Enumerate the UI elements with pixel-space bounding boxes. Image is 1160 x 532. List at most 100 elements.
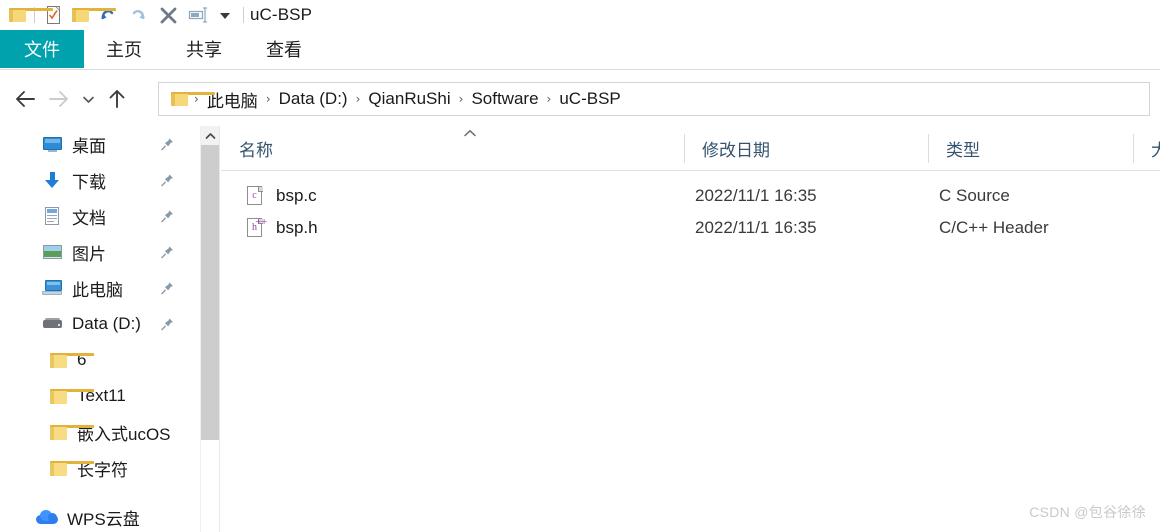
undo-icon[interactable] <box>93 0 123 30</box>
download-icon <box>42 171 63 189</box>
title-bar: uC-BSP <box>0 0 1160 30</box>
table-row[interactable]: c bsp.c 2022/11/1 16:35 C Source <box>221 180 1160 212</box>
sidebar-scrollbar[interactable] <box>200 126 219 532</box>
column-header-date-modified[interactable]: 修改日期 <box>684 126 928 171</box>
sidebar-item-wps-cloud[interactable]: WPS云盘 <box>0 499 196 532</box>
toolbar-divider-2 <box>243 7 244 23</box>
tab-home[interactable]: 主页 <box>84 30 164 68</box>
sidebar-item-label: 下载 <box>72 172 106 192</box>
forward-button[interactable] <box>42 78 76 120</box>
file-icon-letter: c <box>252 190 257 201</box>
redo-icon[interactable] <box>123 0 153 30</box>
table-row[interactable]: ++ h bsp.h 2022/11/1 16:35 C/C++ Header <box>221 212 1160 244</box>
c-header-file-icon: ++ h <box>247 218 267 238</box>
sidebar-item-pictures[interactable]: 图片 <box>0 234 196 270</box>
file-date: 2022/11/1 16:35 <box>695 218 817 237</box>
breadcrumb-separator: › <box>546 92 552 106</box>
scrollbar-thumb[interactable] <box>201 145 219 440</box>
file-name-cell[interactable]: c bsp.c <box>247 186 317 206</box>
column-header-row: 名称 修改日期 类型 大 <box>221 126 1160 171</box>
sidebar-item-desktop[interactable]: 桌面 <box>0 126 196 162</box>
sidebar-item-label: 此电脑 <box>72 280 123 300</box>
cloud-icon <box>36 509 58 525</box>
sidebar-item-this-pc[interactable]: 此电脑 <box>0 270 196 306</box>
tab-view[interactable]: 查看 <box>244 30 324 68</box>
tab-share[interactable]: 共享 <box>164 30 244 68</box>
ribbon-bottom-border <box>0 69 1160 70</box>
file-name-cell[interactable]: ++ h bsp.h <box>247 218 318 238</box>
rename-icon[interactable] <box>183 0 213 30</box>
file-name: bsp.h <box>276 218 318 237</box>
file-name: bsp.c <box>276 186 317 205</box>
breadcrumb-item-qianrushi[interactable]: QianRuShi <box>363 89 455 109</box>
scroll-up-button[interactable] <box>201 126 219 145</box>
column-header-name[interactable]: 名称 <box>221 126 684 171</box>
sidebar-item-label: 图片 <box>72 244 106 264</box>
column-header-label: 名称 <box>239 141 273 160</box>
sort-ascending-icon <box>463 128 477 141</box>
column-divider[interactable] <box>928 134 929 163</box>
customize-dropdown-icon[interactable] <box>213 0 237 30</box>
column-divider[interactable] <box>1133 134 1134 163</box>
sidebar-item-downloads[interactable]: 下载 <box>0 162 196 198</box>
column-header-label: 类型 <box>946 141 980 160</box>
delete-icon[interactable] <box>153 0 183 30</box>
this-pc-icon <box>42 279 63 297</box>
sidebar-item-folder-text11[interactable]: Text11 <box>0 378 196 414</box>
breadcrumb-item-software[interactable]: Software <box>466 89 543 109</box>
folder-icon <box>50 424 94 440</box>
document-icon <box>42 207 63 225</box>
back-button[interactable] <box>8 78 42 120</box>
file-type: C Source <box>939 186 1010 205</box>
pane-divider[interactable] <box>219 126 220 532</box>
folder-icon <box>50 388 94 404</box>
breadcrumb: › 此电脑 › Data (D:) › QianRuShi › Software… <box>191 83 626 115</box>
sidebar-item-label: Data (D:) <box>72 314 141 333</box>
sidebar-item-label: 嵌入式ucOS <box>77 424 171 444</box>
file-type: C/C++ Header <box>939 218 1049 237</box>
drive-icon <box>42 315 63 333</box>
column-header-label: 修改日期 <box>702 141 770 160</box>
sidebar-item-label: WPS云盘 <box>67 509 140 529</box>
sidebar-item-data-d[interactable]: Data (D:) <box>0 306 196 342</box>
window-title: uC-BSP <box>250 5 313 24</box>
address-folder-icon <box>167 84 215 114</box>
watermark: CSDN @包谷徐徐 <box>1029 504 1146 520</box>
file-date: 2022/11/1 16:35 <box>695 186 817 205</box>
recent-locations-button[interactable] <box>76 78 100 120</box>
sidebar-item-folder-6[interactable]: 6 <box>0 342 196 378</box>
new-folder-icon[interactable] <box>67 0 116 30</box>
up-button[interactable] <box>100 78 134 120</box>
column-divider[interactable] <box>684 134 685 163</box>
folder-icon <box>50 352 94 368</box>
breadcrumb-item-uc-bsp[interactable]: uC-BSP <box>554 89 625 109</box>
ribbon-tab-bar: 文件 主页 共享 查看 <box>0 30 1160 70</box>
pin-icon[interactable] <box>161 138 174 151</box>
desktop-icon <box>42 135 63 153</box>
pin-icon[interactable] <box>161 246 174 259</box>
properties-icon[interactable] <box>41 0 67 30</box>
address-bar[interactable]: › 此电脑 › Data (D:) › QianRuShi › Software… <box>158 82 1150 116</box>
pin-icon[interactable] <box>161 318 174 331</box>
folder-icon[interactable] <box>0 0 53 30</box>
breadcrumb-separator: › <box>265 92 271 106</box>
sidebar-item-folder-ucos[interactable]: 嵌入式ucOS <box>0 414 196 450</box>
sidebar-item-label: 桌面 <box>72 136 106 156</box>
navigation-pane: 桌面 下载 文档 图片 此电脑 Data (D:) 6 Text11 嵌入式uc… <box>0 126 196 532</box>
folder-icon <box>50 460 94 476</box>
breadcrumb-item-data-d[interactable]: Data (D:) <box>274 89 353 109</box>
breadcrumb-separator: › <box>458 92 464 106</box>
tab-file[interactable]: 文件 <box>0 30 84 68</box>
sidebar-item-documents[interactable]: 文档 <box>0 198 196 234</box>
pin-icon[interactable] <box>161 210 174 223</box>
pin-icon[interactable] <box>161 174 174 187</box>
column-header-label: 大 <box>1151 141 1160 160</box>
pin-icon[interactable] <box>161 282 174 295</box>
sidebar-item-label: 文档 <box>72 208 106 228</box>
column-header-size[interactable]: 大 <box>1133 126 1160 171</box>
column-header-type[interactable]: 类型 <box>928 126 1133 171</box>
pictures-icon <box>42 243 63 261</box>
sidebar-item-folder-changzifu[interactable]: 长字符 <box>0 450 196 486</box>
breadcrumb-item-this-pc[interactable]: 此电脑 <box>202 87 263 112</box>
c-source-file-icon: c <box>247 186 264 206</box>
